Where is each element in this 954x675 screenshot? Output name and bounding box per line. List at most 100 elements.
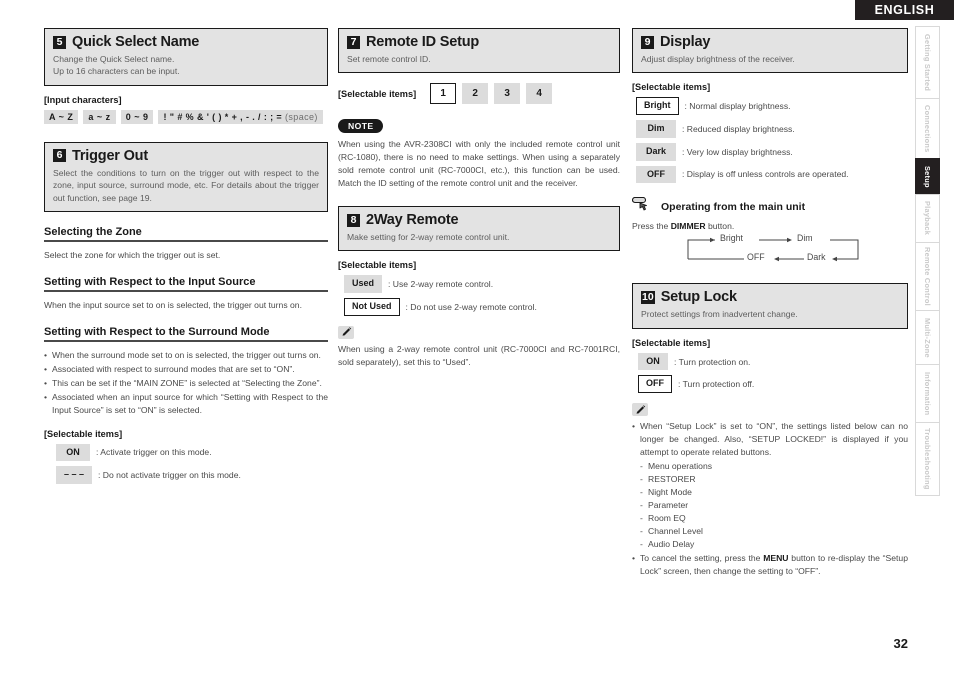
input-characters-label: [Input characters]: [44, 94, 122, 105]
list-item: Audio Delay: [632, 538, 908, 551]
list-item: RESTORER: [632, 473, 908, 486]
note-text: When using the AVR-2308CI with only the …: [338, 139, 620, 189]
subheading-surround-mode: Setting with Respect to the Surround Mod…: [44, 326, 328, 343]
selectable-items-label: [Selectable items]: [338, 260, 417, 271]
section-header: 9 Display: [641, 34, 899, 50]
option-chip[interactable]: – – –: [56, 466, 93, 484]
sidebar-item-information[interactable]: Information: [915, 364, 940, 422]
option-row-lock-off[interactable]: OFF : Turn protection off.: [638, 375, 908, 394]
menu-key-label: MENU: [763, 553, 789, 564]
sidebar-item-connections[interactable]: Connections: [915, 98, 940, 158]
section-title: Trigger Out: [72, 147, 148, 164]
list-item: Channel Level: [632, 525, 908, 538]
option-description: : Turn protection off.: [678, 379, 755, 390]
section-title: Quick Select Name: [72, 34, 200, 50]
option-chip[interactable]: Used: [344, 275, 383, 294]
section-header: 10 Setup Lock: [641, 289, 899, 305]
option-description: : Do not use 2-way remote control.: [405, 302, 537, 312]
section-title: Display: [660, 34, 711, 50]
locked-settings-list: Menu operations RESTORER Night Mode Para…: [632, 460, 908, 552]
option-description: : Display is off unless controls are ope…: [682, 169, 849, 180]
char-range-uppercase: A ~ Z: [44, 109, 79, 124]
remote-id-option-3[interactable]: 3: [494, 83, 521, 105]
symbol-list: ! " # % & ' ( ) * + , - . / : ; =: [163, 111, 283, 122]
sidebar-item-troubleshooting[interactable]: Troubleshooting: [915, 422, 940, 496]
section-header: 8 2Way Remote: [347, 212, 611, 228]
remote-id-options: [Selectable items] 1 2 3 4: [338, 83, 620, 105]
brightness-cycle-diagram: Bright Dim Dark OFF: [682, 233, 887, 267]
language-badge: ENGLISH: [855, 0, 954, 20]
section-header: 7 Remote ID Setup: [347, 34, 611, 50]
tip-block: When using a 2-way remote control unit (…: [338, 325, 620, 369]
option-row-not-used[interactable]: Not Used : Do not use 2-way remote contr…: [344, 298, 620, 316]
input-source-text: When the input source set to on is selec…: [44, 300, 302, 311]
sidebar-item-label: Information: [923, 371, 932, 416]
sidebar-item-label: Troubleshooting: [923, 428, 932, 490]
list-item: To cancel the setting, press the MENU bu…: [632, 552, 908, 578]
note-block: NOTE When using the AVR-2308CI with only…: [338, 116, 620, 190]
sidebar-item-multi-zone[interactable]: Multi-Zone: [915, 310, 940, 364]
option-description: : Turn protection on.: [674, 356, 751, 367]
sidebar-item-setup[interactable]: Setup: [915, 158, 940, 194]
option-chip[interactable]: Not Used: [344, 298, 400, 316]
cycle-label-bright: Bright: [720, 233, 743, 244]
section-number: 9: [641, 35, 654, 49]
remote-id-option-4[interactable]: 4: [526, 83, 553, 105]
cycle-label-dark: Dark: [807, 252, 826, 263]
section-description: Select the conditions to turn on the tri…: [53, 167, 319, 203]
description-line-1: Change the Quick Select name.: [53, 54, 175, 64]
selectable-items-label: [Selectable items]: [44, 428, 123, 439]
option-chip[interactable]: ON: [56, 443, 90, 462]
option-chip[interactable]: ON: [638, 352, 668, 371]
section-description: Set remote control ID.: [347, 54, 431, 64]
option-row-dim[interactable]: Dim : Reduced display brightness.: [636, 120, 908, 138]
sidebar-item-remote-control[interactable]: Remote Control: [915, 242, 940, 310]
option-row-used[interactable]: Used : Use 2-way remote control.: [344, 275, 620, 294]
dimmer-instruction: Press the DIMMER button.: [632, 221, 908, 231]
option-row-off[interactable]: OFF : Display is off unless controls are…: [636, 165, 908, 184]
char-range-lowercase: a ~ z: [83, 109, 116, 124]
selectable-items-label: [Selectable items]: [632, 337, 711, 348]
option-description: : Use 2-way remote control.: [388, 279, 494, 290]
char-range-symbols: ! " # % & ' ( ) * + , - . / : ; = (space…: [158, 109, 323, 124]
pencil-icon: [338, 325, 354, 339]
remote-id-option-1[interactable]: 1: [430, 83, 457, 105]
manual-page: ENGLISH Getting Started Connections Setu…: [0, 0, 954, 675]
selecting-the-zone-text: Select the zone for which the trigger ou…: [44, 250, 221, 261]
sidebar-item-label: Connections: [923, 104, 932, 153]
option-chip[interactable]: Dark: [636, 142, 676, 161]
section-description: Change the Quick Select name. Up to 16 c…: [53, 53, 319, 78]
pencil-icon: [632, 403, 648, 417]
column-right: 9 Display Adjust display brightness of t…: [631, 28, 908, 579]
option-row-trigger-off[interactable]: – – – : Do not activate trigger on this …: [56, 466, 328, 484]
selectable-items-label: [Selectable items]: [338, 88, 417, 99]
option-chip[interactable]: Bright: [636, 97, 679, 116]
option-description: : Very low display brightness.: [682, 146, 793, 157]
section-number: 7: [347, 35, 360, 49]
option-chip[interactable]: OFF: [638, 375, 672, 394]
instruction-post: button.: [705, 221, 735, 232]
sidebar-item-getting-started[interactable]: Getting Started: [915, 26, 940, 98]
option-chip[interactable]: Dim: [636, 120, 676, 138]
remote-id-option-2[interactable]: 2: [462, 83, 489, 105]
list-item: When the surround mode set to on is sele…: [44, 349, 328, 362]
section-setup-lock: 10 Setup Lock Protect settings from inad…: [632, 283, 908, 329]
selectable-items-label: [Selectable items]: [632, 82, 711, 93]
section-tabs: Getting Started Connections Setup Playba…: [915, 26, 940, 496]
hand-pointer-icon: [631, 197, 654, 217]
sidebar-item-label: Multi-Zone: [923, 317, 932, 358]
list-item: This can be set if the “MAIN ZONE” is se…: [44, 377, 328, 390]
section-header: 6 Trigger Out: [53, 148, 319, 164]
cycle-label-off: OFF: [747, 252, 765, 263]
sidebar-item-label: Playback: [923, 201, 932, 236]
sidebar-item-playback[interactable]: Playback: [915, 194, 940, 242]
option-row-trigger-on[interactable]: ON : Activate trigger on this mode.: [56, 443, 328, 462]
option-chip[interactable]: OFF: [636, 165, 676, 184]
option-row-bright[interactable]: Bright : Normal display brightness.: [636, 97, 908, 116]
option-row-dark[interactable]: Dark : Very low display brightness.: [636, 142, 908, 161]
list-item: Room EQ: [632, 512, 908, 525]
section-number: 10: [641, 290, 655, 304]
sidebar-item-label: Getting Started: [923, 33, 932, 92]
section-description: Make setting for 2-way remote control un…: [347, 232, 510, 243]
option-row-lock-on[interactable]: ON : Turn protection on.: [638, 352, 908, 371]
